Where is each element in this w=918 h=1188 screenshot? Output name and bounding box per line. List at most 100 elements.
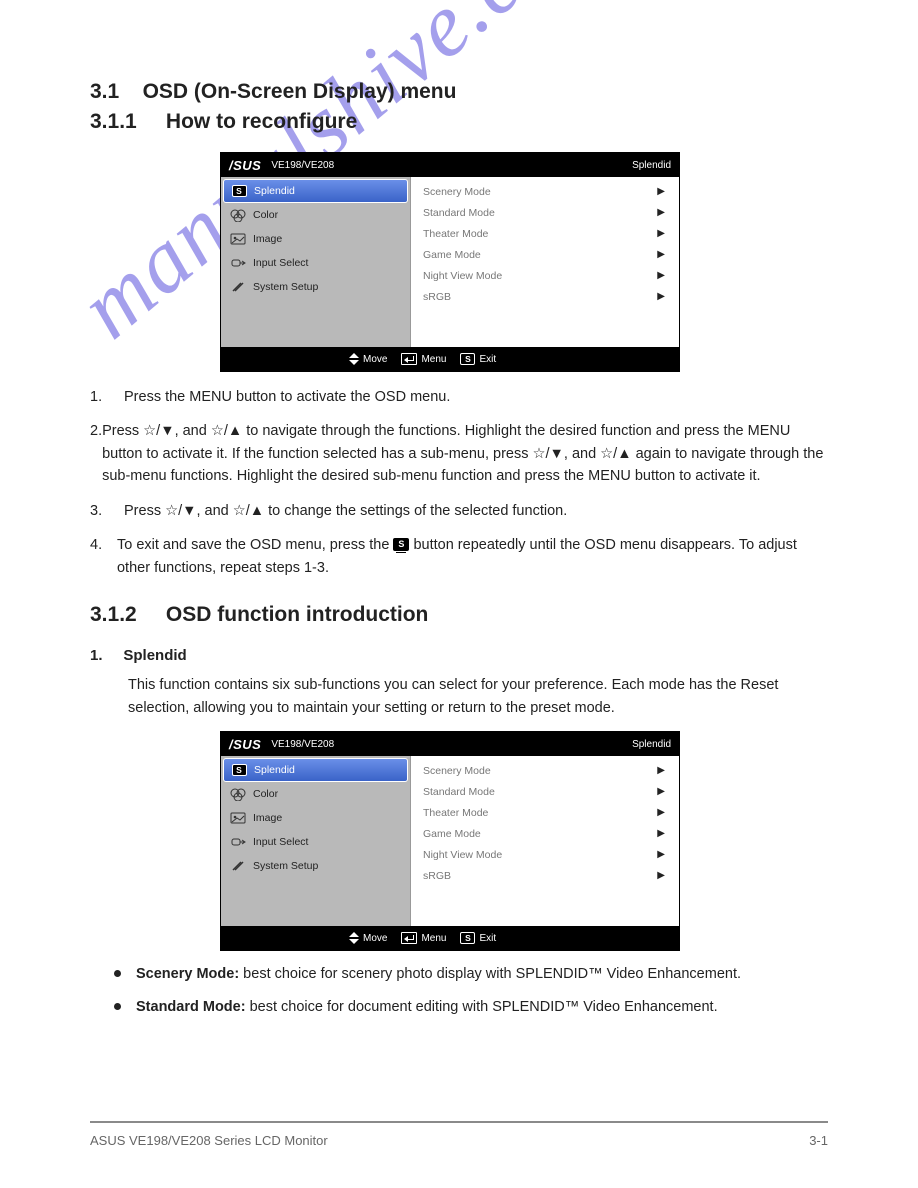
osd-sidebar: S Splendid Color Image	[221, 177, 411, 347]
osd-screenshot-1: /SUS VE198/VE208 Splendid S Splendid Col…	[220, 152, 680, 372]
page-footer: ASUS VE198/VE208 Series LCD Monitor 3-1	[90, 1121, 828, 1148]
footer-move: Move	[349, 353, 387, 365]
updown-icon	[349, 932, 359, 944]
sidebar-item-label: Color	[253, 209, 278, 221]
sidebar-item-system[interactable]: System Setup	[223, 275, 408, 299]
osd-main-list: Scenery Mode▶ Standard Mode▶ Theater Mod…	[411, 177, 679, 347]
brand-logo: /SUS	[229, 158, 261, 173]
sidebar-item-label: System Setup	[253, 860, 318, 872]
bullet-bold: Standard Mode:	[136, 999, 246, 1015]
osd-footer: Move Menu S Exit	[221, 926, 679, 950]
updown-icon	[349, 353, 359, 365]
sidebar-item-color[interactable]: Color	[223, 203, 408, 227]
step-item: 1.Press the MENU button to activate the …	[90, 386, 828, 408]
sidebar-item-label: Splendid	[254, 185, 295, 197]
osd-footer: Move Menu S Exit	[221, 347, 679, 371]
section-title: OSD (On-Screen Display) menu	[143, 80, 457, 103]
sidebar-item-input[interactable]: Input Select	[223, 830, 408, 854]
subsection-heading-2: 3.1.2 OSD function introduction	[90, 603, 828, 627]
s-icon: S	[460, 932, 475, 944]
rgb-icon	[229, 786, 247, 802]
enter-icon	[401, 932, 417, 944]
step-item: 4.To exit and save the OSD menu, press t…	[90, 534, 828, 579]
enter-icon	[401, 353, 417, 365]
function-heading: 1. Splendid	[90, 647, 828, 664]
mode-option[interactable]: Game Mode▶	[415, 244, 675, 265]
splendid-icon: S	[230, 183, 248, 199]
sidebar-item-label: Image	[253, 812, 282, 824]
model-label: VE198/VE208	[271, 739, 334, 750]
footer-menu: Menu	[401, 932, 446, 944]
sidebar-item-label: Input Select	[253, 836, 308, 848]
mode-option[interactable]: sRGB▶	[415, 865, 675, 886]
osd-main-list: Scenery Mode▶ Standard Mode▶ Theater Mod…	[411, 756, 679, 926]
section-heading: 3.1 OSD (On-Screen Display) menu	[90, 80, 828, 104]
sidebar-item-label: System Setup	[253, 281, 318, 293]
osd-header: /SUS VE198/VE208 Splendid	[221, 732, 679, 756]
splendid-icon: S	[230, 762, 248, 778]
sidebar-item-image[interactable]: Image	[223, 806, 408, 830]
model-label: VE198/VE208	[271, 160, 334, 171]
mode-option[interactable]: Night View Mode▶	[415, 265, 675, 286]
osd-header: /SUS VE198/VE208 Splendid	[221, 153, 679, 177]
footer-left: ASUS VE198/VE208 Series LCD Monitor	[90, 1133, 328, 1148]
mode-option[interactable]: sRGB▶	[415, 286, 675, 307]
subsection-heading: 3.1.1 How to reconfigure	[90, 110, 828, 134]
mode-option[interactable]: Scenery Mode▶	[415, 181, 675, 202]
header-right-label: Splendid	[632, 160, 671, 171]
bullet-item: Standard Mode: best choice for document …	[114, 996, 828, 1019]
sidebar-item-splendid[interactable]: S Splendid	[223, 758, 408, 782]
subsection-number: 3.1.1	[90, 110, 137, 133]
image-icon	[229, 231, 247, 247]
rgb-icon	[229, 207, 247, 223]
osd-body: S Splendid Color Image	[221, 756, 679, 926]
input-icon	[229, 255, 247, 271]
step-item: 3.Press ☆/▼, and ☆/▲ to change the setti…	[90, 500, 828, 522]
mode-bullets: Scenery Mode: best choice for scenery ph…	[114, 963, 828, 1019]
section-number: 3.1	[90, 80, 119, 103]
subsection2-title: OSD function introduction	[166, 603, 428, 626]
steps-list: 1.Press the MENU button to activate the …	[90, 386, 828, 579]
mode-option[interactable]: Game Mode▶	[415, 823, 675, 844]
page-content: 3.1 OSD (On-Screen Display) menu 3.1.1 H…	[0, 0, 918, 1070]
mode-option[interactable]: Theater Mode▶	[415, 802, 675, 823]
s-icon-inline: S	[393, 538, 409, 551]
sidebar-item-system[interactable]: System Setup	[223, 854, 408, 878]
footer-page-number: 3-1	[809, 1133, 828, 1148]
osd-body: S Splendid Color Image	[221, 177, 679, 347]
footer-menu: Menu	[401, 353, 446, 365]
subsection2-number: 3.1.2	[90, 603, 137, 626]
image-icon	[229, 810, 247, 826]
bullet-item: Scenery Mode: best choice for scenery ph…	[114, 963, 828, 986]
mode-option[interactable]: Night View Mode▶	[415, 844, 675, 865]
sidebar-item-label: Image	[253, 233, 282, 245]
brand-logo: /SUS	[229, 737, 261, 752]
step-item: 2.Press ☆/▼, and ☆/▲ to navigate through…	[90, 420, 828, 487]
osd-screenshot-2: /SUS VE198/VE208 Splendid S Splendid Col…	[220, 731, 680, 951]
sidebar-item-image[interactable]: Image	[223, 227, 408, 251]
function-description: This function contains six sub-functions…	[128, 674, 828, 719]
footer-exit: S Exit	[460, 353, 496, 365]
subsection-title: How to reconfigure	[166, 110, 357, 133]
sidebar-item-color[interactable]: Color	[223, 782, 408, 806]
s-icon: S	[460, 353, 475, 365]
footer-exit: S Exit	[460, 932, 496, 944]
header-right-label: Splendid	[632, 739, 671, 750]
mode-option[interactable]: Standard Mode▶	[415, 202, 675, 223]
input-icon	[229, 834, 247, 850]
mode-option[interactable]: Scenery Mode▶	[415, 760, 675, 781]
mode-option[interactable]: Theater Mode▶	[415, 223, 675, 244]
mode-option[interactable]: Standard Mode▶	[415, 781, 675, 802]
bullet-rest: best choice for scenery photo display wi…	[239, 966, 741, 982]
sidebar-item-label: Input Select	[253, 257, 308, 269]
sidebar-item-splendid[interactable]: S Splendid	[223, 179, 408, 203]
bullet-bold: Scenery Mode:	[136, 966, 239, 982]
bullet-rest: best choice for document editing with SP…	[246, 999, 718, 1015]
tools-icon	[229, 279, 247, 295]
osd-sidebar: S Splendid Color Image	[221, 756, 411, 926]
tools-icon	[229, 858, 247, 874]
footer-move: Move	[349, 932, 387, 944]
sidebar-item-label: Color	[253, 788, 278, 800]
sidebar-item-label: Splendid	[254, 764, 295, 776]
sidebar-item-input[interactable]: Input Select	[223, 251, 408, 275]
